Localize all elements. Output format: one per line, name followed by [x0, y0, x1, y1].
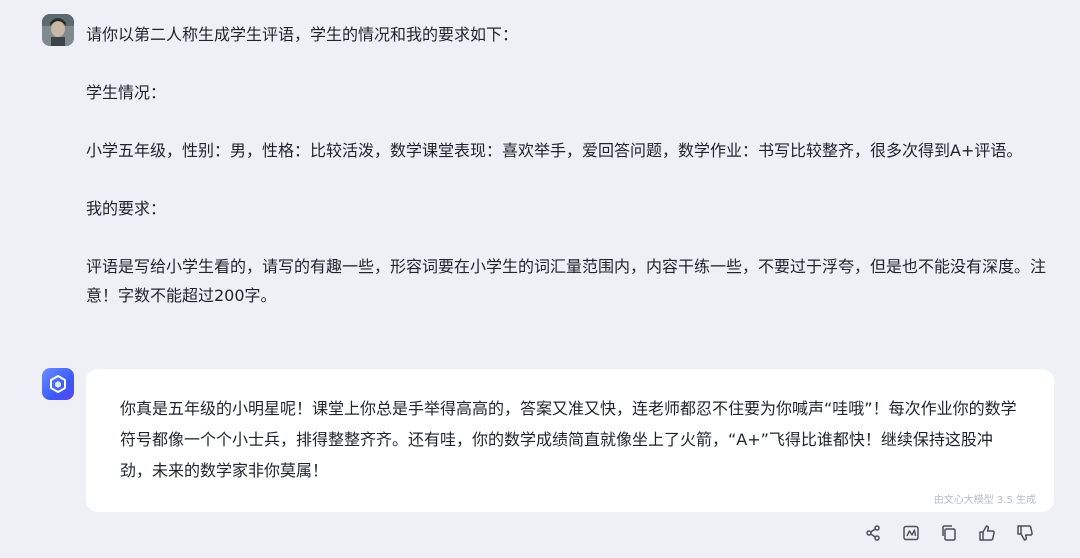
- copy-button[interactable]: [934, 520, 964, 546]
- share-icon: [866, 525, 880, 541]
- situation-text: 小学五年级，性别：男，性格：比较活泼，数学课堂表现：喜欢举手，爱回答问题，数学作…: [86, 141, 1023, 160]
- bot-reply-card: 你真是五年级的小明星呢！课堂上你总是手举得高高的，答案又准又快，连老师都忍不住要…: [86, 369, 1054, 512]
- like-button[interactable]: [972, 520, 1002, 546]
- requirement-text: 评语是写给小学生看的，请写的有趣一些，形容词要在小学生的词汇量范围内，内容干练一…: [86, 257, 1047, 305]
- requirement-heading: 我的要求：: [86, 199, 167, 218]
- bot-avatar: [42, 368, 74, 400]
- thumbs-down-icon: [1017, 525, 1033, 541]
- bot-logo-icon: [50, 375, 66, 393]
- user-message-text: 请你以第二人称生成学生评语，学生的情况和我的要求如下： 学生情况： 小学五年级，…: [86, 20, 1054, 310]
- share-button[interactable]: [858, 520, 888, 546]
- image-button[interactable]: [896, 520, 926, 546]
- situation-heading: 学生情况：: [86, 83, 167, 102]
- bot-reply-text: 你真是五年级的小明星呢！课堂上你总是手举得高高的，答案又准又快，连老师都忍不住要…: [120, 399, 1017, 480]
- copy-icon: [942, 525, 956, 541]
- thumbs-up-icon: [979, 525, 995, 541]
- user-prompt: 请你以第二人称生成学生评语，学生的情况和我的要求如下：: [86, 25, 519, 44]
- user-avatar: [42, 14, 74, 46]
- reply-actions: [858, 520, 1048, 546]
- dislike-button[interactable]: [1010, 520, 1040, 546]
- model-watermark: 由文心大模型 3.5 生成: [933, 495, 1036, 506]
- image-icon: [903, 525, 919, 541]
